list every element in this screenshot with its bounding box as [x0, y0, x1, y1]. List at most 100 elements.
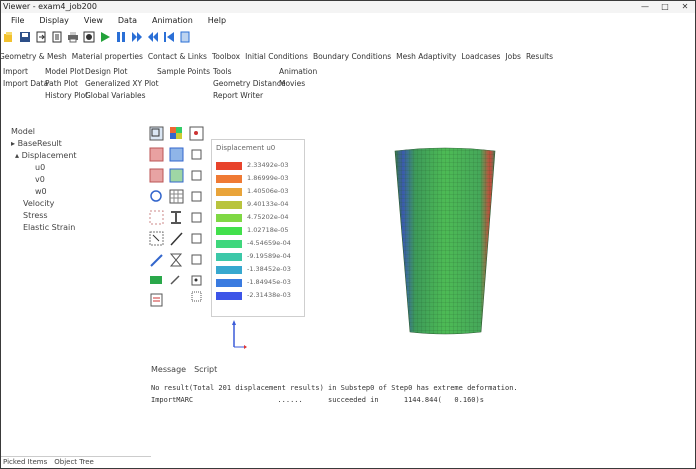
cylinder-mesh[interactable]: [381, 146, 511, 338]
tab-material-properties[interactable]: Material properties: [72, 51, 143, 63]
side-panel-tabs: Picked Items Object Tree: [1, 456, 151, 468]
menu-data[interactable]: Data: [108, 15, 142, 27]
geometry-distance-item[interactable]: Geometry Distance: [213, 78, 286, 90]
movies-item[interactable]: Movies: [279, 78, 317, 90]
path-plot-item[interactable]: Path Plot: [45, 78, 88, 90]
tree-velocity[interactable]: Velocity: [11, 198, 77, 210]
tools-item[interactable]: Tools: [213, 66, 286, 78]
design-plot-item[interactable]: Design Plot: [85, 66, 159, 78]
legend-swatch: [216, 162, 242, 170]
tree-w0[interactable]: w0: [11, 186, 77, 198]
node-icon: [191, 275, 202, 286]
legend-swatch: [216, 292, 242, 300]
legend-row: -2.31438e-03: [216, 291, 300, 301]
maximize-button[interactable]: □: [659, 2, 671, 11]
console-line: No result(Total 201 displacement results…: [151, 384, 518, 392]
deformed-model-viewport[interactable]: [381, 146, 511, 340]
title-bar: Viewer - exam4_job200 — □ ✕: [1, 1, 695, 13]
model-plot-item[interactable]: Model Plot: [45, 66, 88, 78]
tab-toolbox[interactable]: Toolbox: [212, 51, 240, 63]
tree-elastic-strain[interactable]: Elastic Strain: [11, 222, 77, 234]
results-menu-col2: Model Plot Path Plot History Plot: [45, 66, 88, 102]
menu-view[interactable]: View: [74, 15, 108, 27]
pause-icon[interactable]: [115, 31, 127, 43]
tab-loadcases[interactable]: Loadcases: [461, 51, 500, 63]
tab-picked-items[interactable]: Picked Items: [1, 457, 52, 468]
history-plot-item[interactable]: History Plot: [45, 90, 88, 102]
legend-value: 4.75202e-04: [247, 213, 289, 221]
view-tools-icons: [149, 126, 204, 307]
tab-object-tree[interactable]: Object Tree: [52, 457, 99, 468]
legend-row: -1.38452e-03: [216, 265, 300, 275]
frame-icon: [191, 212, 202, 223]
legend-value: 2.33492e-03: [247, 161, 289, 169]
menu-display[interactable]: Display: [29, 15, 74, 27]
import-icon[interactable]: [35, 31, 47, 43]
tab-contact-links[interactable]: Contact & Links: [148, 51, 207, 63]
legend-row: 1.02718e-05: [216, 226, 300, 236]
cube-view-icon: [149, 126, 164, 141]
animation-item[interactable]: Animation: [279, 66, 317, 78]
line-icon: [170, 232, 183, 246]
pointer-icon: [170, 275, 180, 285]
record-icon[interactable]: [83, 31, 95, 43]
legend-value: -2.31438e-03: [247, 291, 291, 299]
new-file-icon[interactable]: [3, 31, 15, 43]
legend-swatch: [216, 279, 242, 287]
legend-row: 1.86999e-03: [216, 174, 300, 184]
legend-row: -1.84945e-03: [216, 278, 300, 288]
tab-message[interactable]: Message: [151, 365, 186, 374]
tab-jobs[interactable]: Jobs: [505, 51, 520, 63]
export-icon[interactable]: [51, 31, 63, 43]
tree-stress[interactable]: Stress: [11, 210, 77, 222]
menu-help[interactable]: Help: [198, 15, 231, 27]
report-writer-item[interactable]: Report Writer: [213, 90, 286, 102]
legend-row: -9.19589e-04: [216, 252, 300, 262]
tab-initial-conditions[interactable]: Initial Conditions: [245, 51, 308, 63]
minimize-button[interactable]: —: [639, 2, 651, 11]
tree-model[interactable]: Model: [11, 126, 77, 138]
view-tools-panel: [149, 126, 211, 313]
import-data-item[interactable]: Import Data: [3, 78, 48, 90]
tree-v0[interactable]: v0: [11, 174, 77, 186]
tab-script[interactable]: Script: [194, 365, 217, 374]
legend-row: 9.40133e-04: [216, 200, 300, 210]
play-icon[interactable]: [99, 31, 111, 43]
print-icon[interactable]: [67, 31, 79, 43]
module-tabs: Geometry & Mesh Material properties Cont…: [1, 51, 558, 63]
window-controls: — □ ✕: [639, 2, 691, 11]
results-menu-col1: Import Import Data: [3, 66, 48, 90]
hourglass-icon: [169, 253, 183, 267]
menu-file[interactable]: File: [1, 15, 29, 27]
step-backward-icon[interactable]: [147, 31, 159, 43]
legend-row: -4.54659e-04: [216, 239, 300, 249]
stop-icon[interactable]: [179, 31, 191, 43]
tree-displacement[interactable]: ▴ Displacement: [11, 150, 77, 162]
shaded-red-icon: [149, 168, 164, 183]
legend-swatch: [216, 253, 242, 261]
sample-points-item[interactable]: Sample Points: [157, 66, 210, 78]
tab-results[interactable]: Results: [526, 51, 553, 63]
legend-value: -9.19589e-04: [247, 252, 291, 260]
tree-u0[interactable]: u0: [11, 162, 77, 174]
tree-base-result[interactable]: ▸ BaseResult: [11, 138, 77, 150]
close-button[interactable]: ✕: [679, 2, 691, 11]
app-window: Viewer - exam4_job200 — □ ✕ File Display…: [0, 0, 696, 469]
legend-row: 1.40506e-03: [216, 187, 300, 197]
skip-back-icon[interactable]: [163, 31, 175, 43]
tab-geometry-mesh[interactable]: Geometry & Mesh: [1, 51, 67, 63]
message-console: No result(Total 201 displacement results…: [151, 382, 518, 406]
step-forward-icon[interactable]: [131, 31, 143, 43]
solid-red-icon: [149, 147, 164, 162]
tab-boundary-conditions[interactable]: Boundary Conditions: [313, 51, 391, 63]
global-variables-item[interactable]: Global Variables: [85, 90, 159, 102]
tab-mesh-adaptivity[interactable]: Mesh Adaptivity: [396, 51, 456, 63]
results-menu-col5: Tools Geometry Distance Report Writer: [213, 66, 286, 102]
console-line: ImportMARC ...... succeeded in 1144.844(…: [151, 396, 484, 404]
menu-animation[interactable]: Animation: [142, 15, 198, 27]
grid-icon: [169, 189, 184, 204]
import-item[interactable]: Import: [3, 66, 48, 78]
legend-row: 4.75202e-04: [216, 213, 300, 223]
generalized-xy-plot-item[interactable]: Generalized XY Plot: [85, 78, 159, 90]
save-icon[interactable]: [19, 31, 31, 43]
